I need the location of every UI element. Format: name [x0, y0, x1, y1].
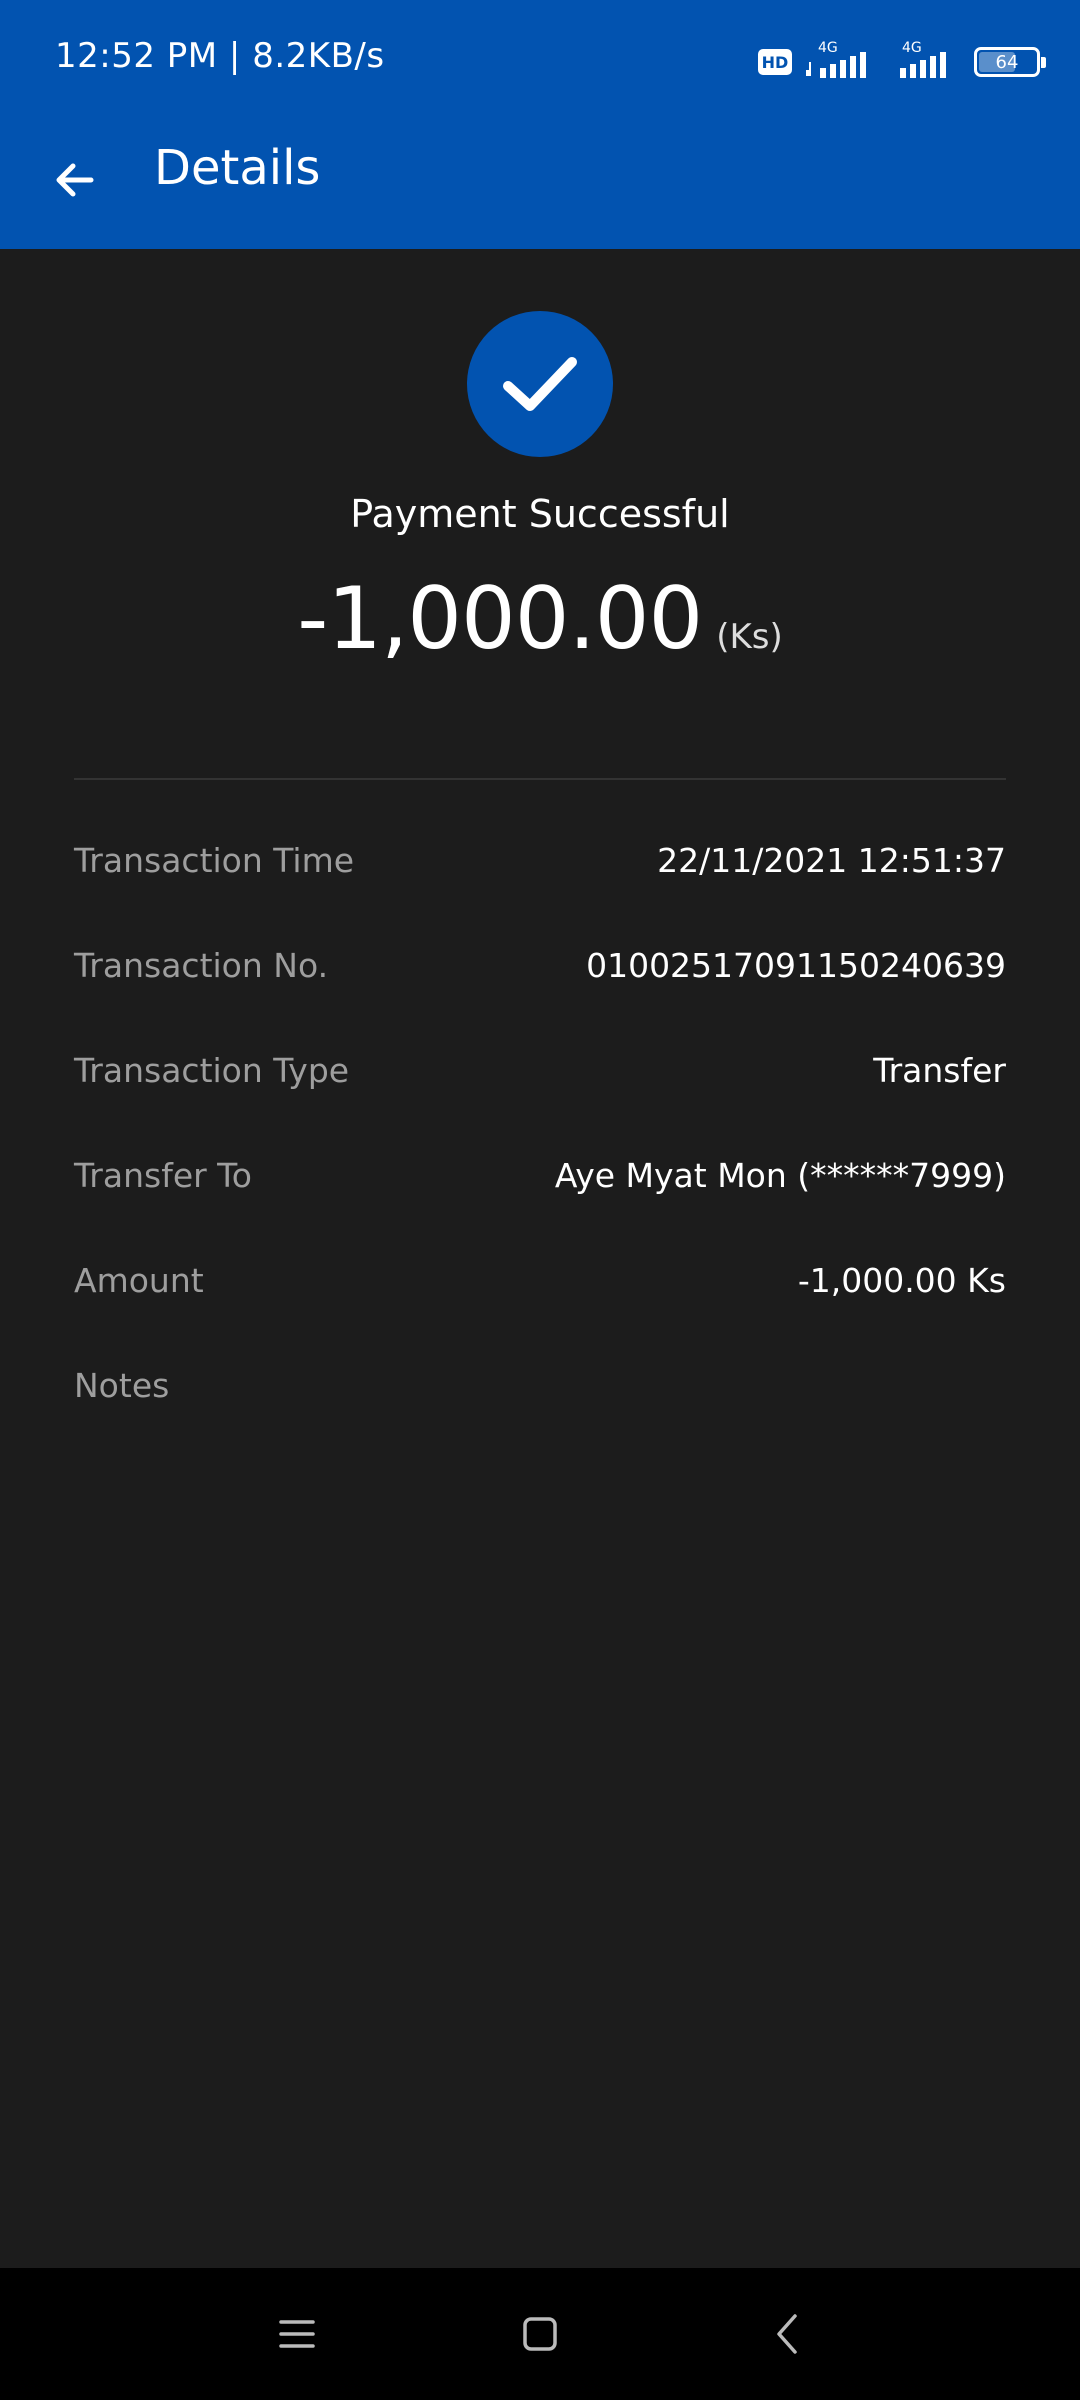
- home-square-icon: [523, 2317, 557, 2351]
- detail-label: Transaction No.: [74, 946, 329, 985]
- detail-value: Aye Myat Mon (******7999): [554, 1156, 1006, 1195]
- network-type-label: 4G: [818, 40, 838, 56]
- system-back-button[interactable]: [756, 2304, 816, 2364]
- chevron-left-icon: [777, 2314, 797, 2354]
- detail-label: Amount: [74, 1261, 204, 1300]
- detail-row-amount: Amount -1,000.00 Ks: [74, 1228, 1006, 1333]
- hd-icon: HD: [758, 49, 792, 75]
- transaction-details: Transaction Time 22/11/2021 12:51:37 Tra…: [74, 808, 1006, 1438]
- app-bar: Details: [0, 120, 1080, 249]
- menu-icon: [279, 2320, 315, 2348]
- battery-icon: 64: [974, 47, 1046, 77]
- divider: [74, 778, 1006, 780]
- detail-value: Transfer: [873, 1051, 1006, 1090]
- page-title: Details: [154, 140, 321, 196]
- detail-row-notes: Notes: [74, 1333, 1006, 1438]
- signal-icon-sim2: 4G: [890, 40, 960, 84]
- status-icons: HD 4G 4G 64: [758, 38, 1046, 86]
- detail-row-transaction-time: Transaction Time 22/11/2021 12:51:37: [74, 808, 1006, 913]
- recent-apps-button[interactable]: [267, 2304, 327, 2364]
- detail-row-transfer-to: Transfer To Aye Myat Mon (******7999): [74, 1123, 1006, 1228]
- detail-label: Notes: [74, 1366, 170, 1405]
- status-bar: 12:52 PM | 8.2KB/s HD 4G 4G 64: [0, 0, 1080, 120]
- payment-status-text: Payment Successful: [350, 492, 730, 536]
- status-time: 12:52 PM | 8.2KB/s: [55, 36, 385, 76]
- detail-value: 01002517091150240639: [586, 946, 1006, 985]
- system-nav-bar: [0, 2268, 1080, 2400]
- amount-display: -1,000.00 (Ks): [0, 569, 1080, 669]
- back-button[interactable]: [40, 145, 110, 215]
- amount-value: -1,000.00: [297, 569, 703, 669]
- payment-result: Payment Successful -1,000.00 (Ks): [0, 249, 1080, 779]
- battery-level: 64: [995, 51, 1019, 73]
- detail-label: Transfer To: [74, 1156, 252, 1195]
- detail-value: 22/11/2021 12:51:37: [657, 841, 1006, 880]
- success-badge: [467, 311, 613, 457]
- arrow-left-icon: [56, 163, 94, 197]
- home-button[interactable]: [510, 2304, 570, 2364]
- network-type-label: 4G: [902, 40, 922, 56]
- detail-row-transaction-no: Transaction No. 01002517091150240639: [74, 913, 1006, 1018]
- detail-label: Transaction Time: [74, 841, 355, 880]
- signal-icon-sim1: 4G: [806, 40, 876, 84]
- detail-label: Transaction Type: [74, 1051, 350, 1090]
- detail-value: -1,000.00 Ks: [797, 1261, 1006, 1300]
- checkmark-icon: [503, 357, 577, 411]
- amount-unit: (Ks): [716, 617, 783, 657]
- header: 12:52 PM | 8.2KB/s HD 4G 4G 64 Details: [0, 0, 1080, 249]
- detail-row-transaction-type: Transaction Type Transfer: [74, 1018, 1006, 1123]
